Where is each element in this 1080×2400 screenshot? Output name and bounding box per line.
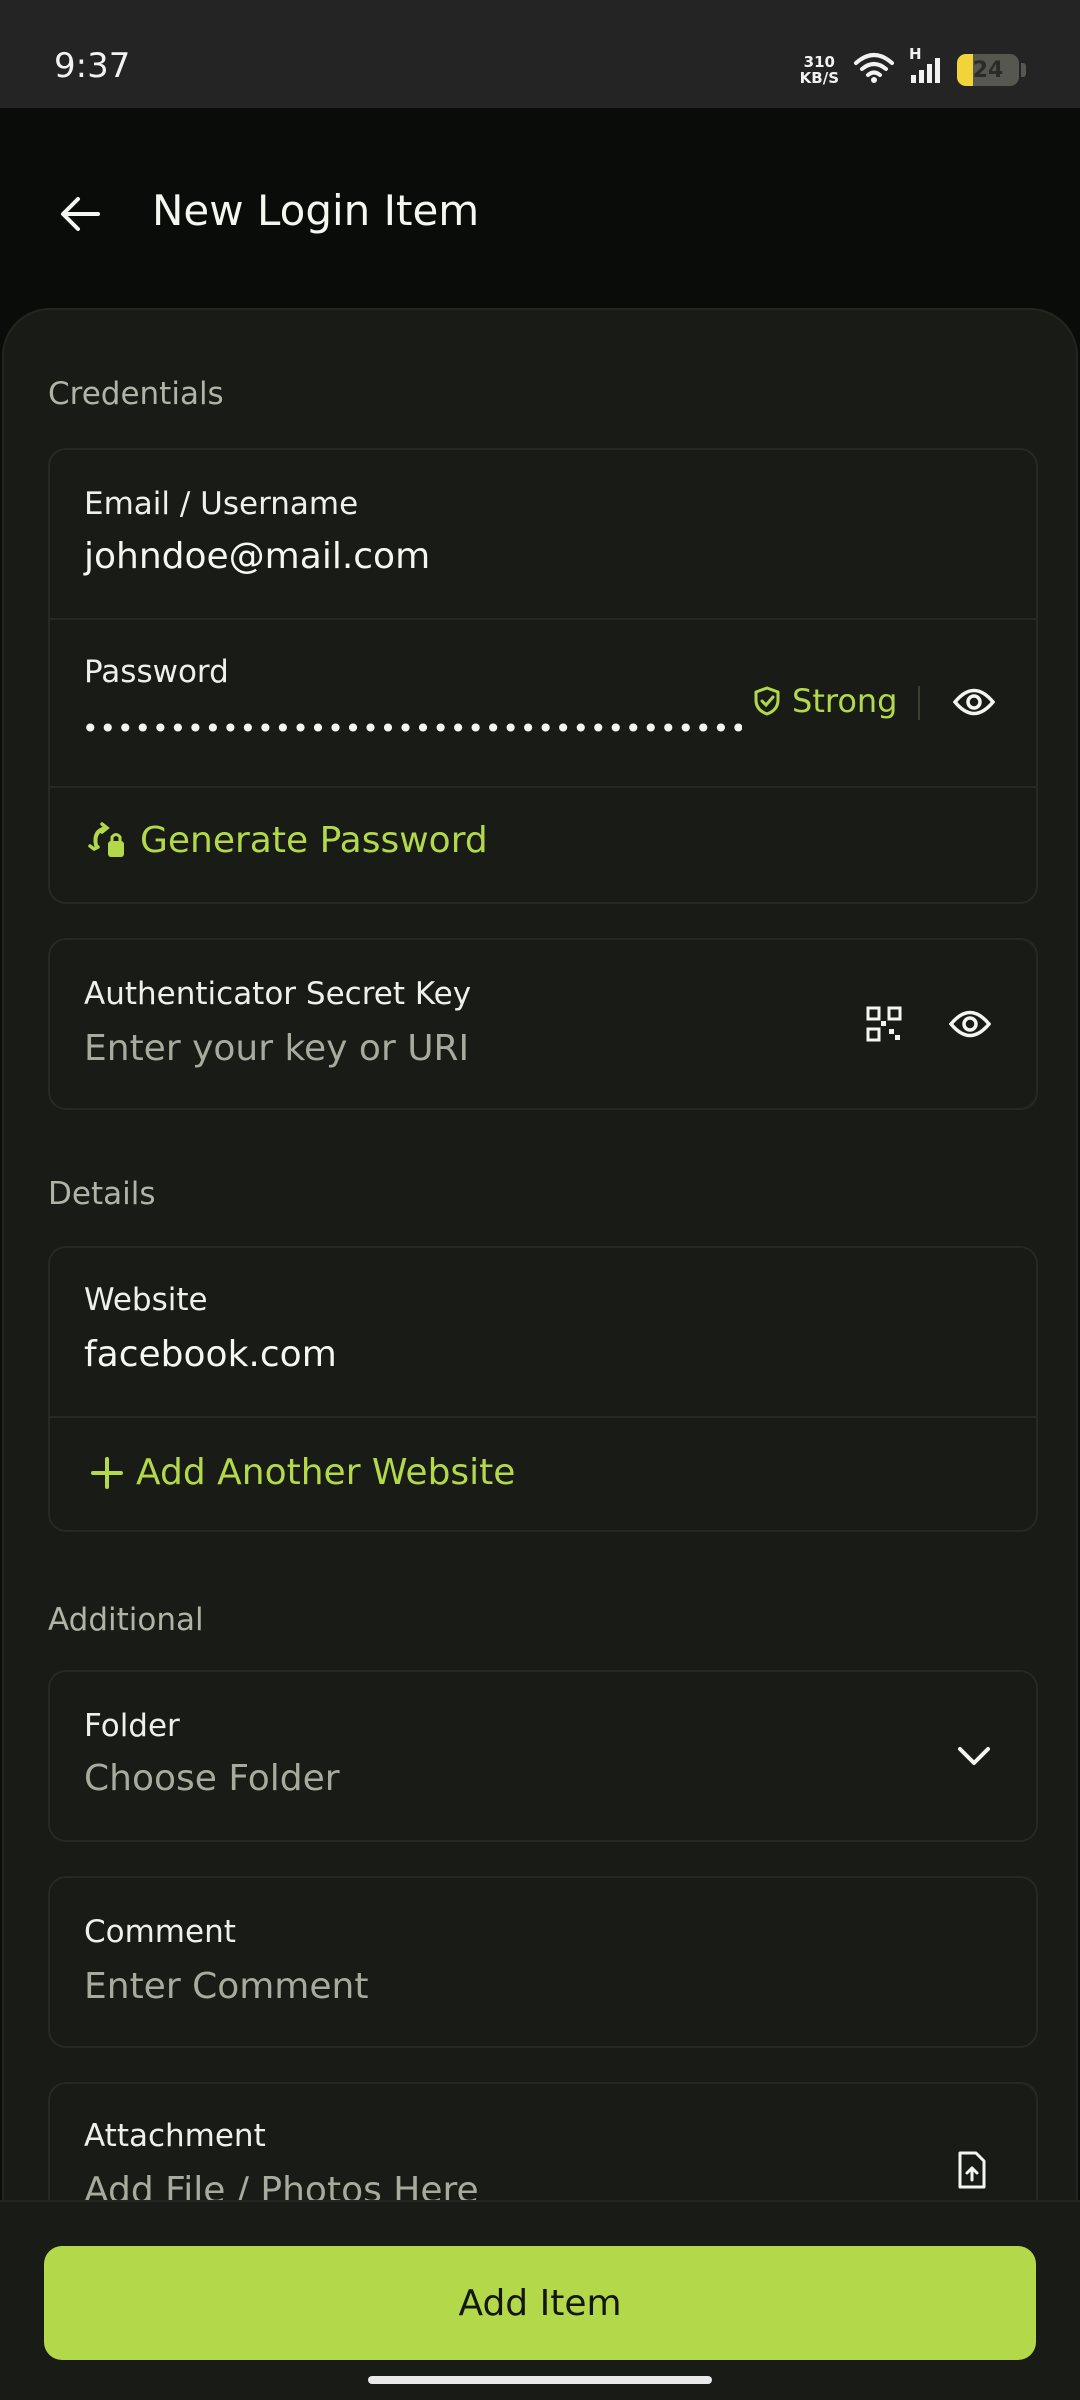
app-header: New Login Item	[0, 108, 1080, 308]
file-upload-icon	[958, 2151, 986, 2189]
website-value[interactable]: facebook.com	[84, 1334, 337, 1375]
comment-field[interactable]: Comment Enter Comment	[50, 1878, 1036, 2046]
generate-password-button[interactable]: Generate Password	[50, 788, 1036, 902]
website-label: Website	[84, 1282, 208, 1318]
battery-level: 24	[972, 57, 1004, 83]
authenticator-field[interactable]: Authenticator Secret Key Enter your key …	[50, 940, 1036, 1108]
email-value[interactable]: johndoe@mail.com	[84, 536, 430, 577]
divider	[918, 686, 920, 720]
website-card: Website facebook.com Add Another Website	[48, 1246, 1038, 1532]
battery-icon: 24	[957, 54, 1019, 86]
generate-password-label: Generate Password	[140, 820, 488, 861]
battery-fill	[957, 54, 974, 86]
network-speed-value: 310	[803, 53, 835, 71]
generate-password-action: Generate Password	[88, 820, 488, 861]
eye-icon	[949, 1010, 991, 1038]
battery-tip	[1021, 63, 1026, 77]
network-speed-unit: KB/S	[799, 69, 839, 87]
password-value[interactable]: ••••••••••••••••••••••••••••••••••••••••	[82, 712, 742, 745]
section-additional: Additional	[48, 1602, 204, 1638]
folder-card: Folder Choose Folder	[48, 1670, 1038, 1842]
section-details: Details	[48, 1176, 156, 1212]
authenticator-card: Authenticator Secret Key Enter your key …	[48, 938, 1038, 1110]
comment-card: Comment Enter Comment	[48, 1876, 1038, 2048]
network-type: H	[909, 45, 922, 63]
folder-value[interactable]: Choose Folder	[84, 1758, 340, 1799]
eye-icon	[953, 688, 995, 716]
credentials-card: Email / Username johndoe@mail.com Passwo…	[48, 448, 1038, 904]
qr-code-icon	[866, 1006, 902, 1042]
status-bar: 9:37 310 KB/S H 24	[0, 0, 1080, 108]
comment-input[interactable]: Enter Comment	[84, 1966, 368, 2007]
page-title: New Login Item	[152, 186, 480, 235]
signal-icon: H	[909, 45, 943, 85]
password-field[interactable]: Password •••••••••••••••••••••••••••••••…	[50, 620, 1036, 788]
password-strength: Strong	[752, 682, 897, 720]
folder-dropdown-button[interactable]	[944, 1726, 1004, 1786]
arrow-left-icon	[61, 197, 100, 231]
authenticator-input[interactable]: Enter your key or URI	[84, 1028, 469, 1069]
add-item-button[interactable]: Add Item	[44, 2246, 1036, 2360]
comment-label: Comment	[84, 1914, 236, 1950]
toggle-password-visibility-button[interactable]	[944, 672, 1004, 732]
home-indicator[interactable]	[368, 2376, 712, 2384]
strength-label: Strong	[792, 682, 898, 720]
generate-icon	[88, 821, 124, 857]
folder-select[interactable]: Folder Choose Folder	[50, 1672, 1036, 1840]
authenticator-label: Authenticator Secret Key	[84, 976, 472, 1012]
folder-label: Folder	[84, 1708, 180, 1744]
attachment-label: Attachment	[84, 2118, 266, 2154]
email-label: Email / Username	[84, 486, 359, 522]
back-button[interactable]	[50, 184, 110, 244]
status-time: 9:37	[54, 46, 131, 86]
plus-icon	[91, 1456, 123, 1489]
scan-qr-button[interactable]	[854, 994, 914, 1054]
email-field[interactable]: Email / Username johndoe@mail.com	[50, 450, 1036, 620]
network-speed: 310 KB/S	[800, 54, 839, 86]
add-website-label: Add Another Website	[136, 1452, 516, 1493]
wifi-icon	[853, 51, 895, 89]
chevron-down-icon	[958, 1747, 990, 1765]
password-label: Password	[84, 654, 229, 690]
add-website-button[interactable]: Add Another Website	[50, 1418, 1036, 1530]
website-field[interactable]: Website facebook.com	[50, 1248, 1036, 1418]
status-icons: 310 KB/S H 24	[800, 45, 1026, 92]
upload-attachment-button[interactable]	[942, 2140, 1002, 2200]
toggle-key-visibility-button[interactable]	[940, 994, 1000, 1054]
add-website-action: Add Another Website	[90, 1452, 515, 1493]
shield-check-icon	[754, 686, 780, 716]
bottom-action-bar: Add Item	[0, 2200, 1080, 2400]
section-credentials: Credentials	[48, 376, 224, 412]
form-sheet: Credentials Email / Username johndoe@mai…	[2, 308, 1078, 2400]
